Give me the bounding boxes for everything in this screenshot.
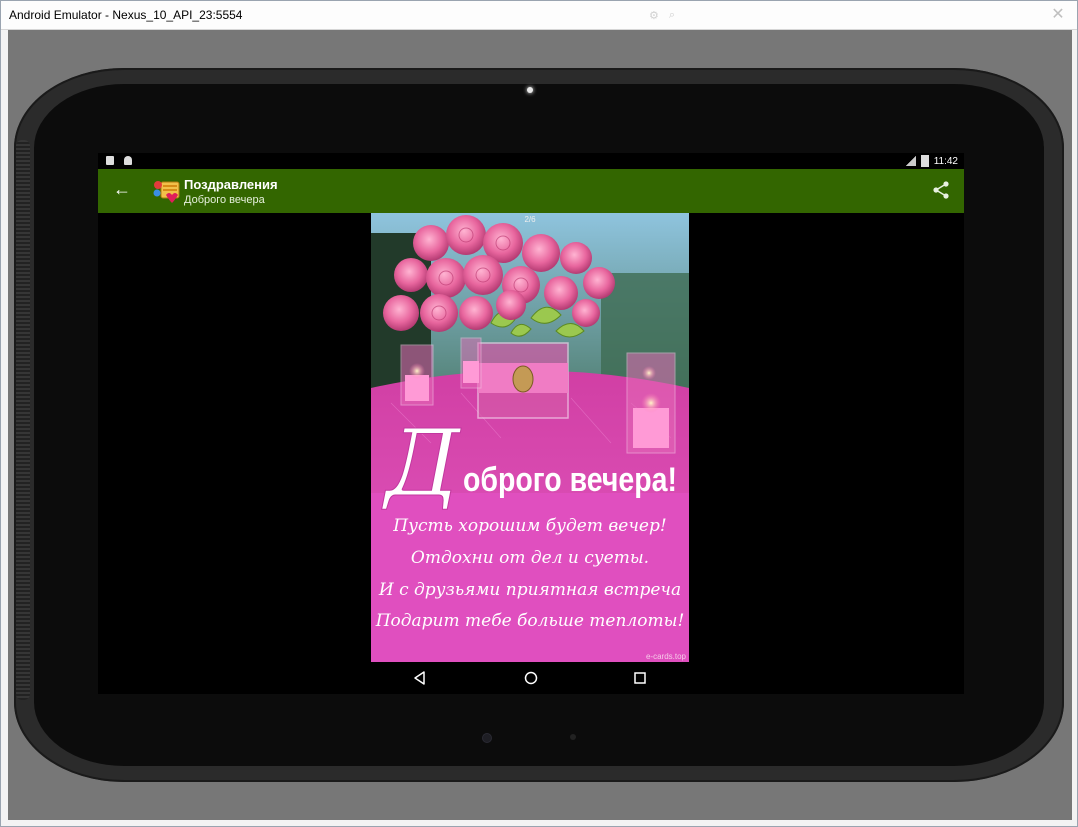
window-titlebar[interactable]: Android Emulator - Nexus_10_API_23:5554 … — [1, 1, 1077, 30]
back-arrow-icon[interactable]: ← — [110, 177, 134, 201]
window-title: Android Emulator - Nexus_10_API_23:5554 — [9, 8, 243, 22]
poem-line-2: Отдохни от дел и суеты. — [411, 548, 649, 568]
android-debug-icon — [124, 156, 132, 165]
poem-line-1: Пусть хорошим будет вечер! — [392, 516, 666, 536]
app-subtitle: Доброго вечера — [184, 194, 265, 206]
app-toolbar: ← Поздравления Доброго вечера — [98, 169, 964, 213]
window-close-button[interactable]: ✕ — [1047, 5, 1069, 25]
greeting-card-image[interactable]: Д оброго вечера! Пусть хорошим будет веч… — [371, 213, 689, 662]
card-heading-initial: Д — [381, 410, 462, 517]
nav-home-icon[interactable] — [523, 670, 539, 686]
sensor-icon — [482, 733, 492, 743]
card-heading: оброго вечера! — [463, 461, 677, 499]
battery-icon — [920, 155, 929, 167]
status-bar: 11:42 — [98, 153, 964, 169]
nav-recents-icon[interactable] — [632, 670, 648, 686]
device-grip-left — [16, 140, 30, 700]
signal-icon — [905, 156, 916, 166]
card-watermark: e-cards.top — [645, 652, 686, 661]
card-artwork: Д оброго вечера! Пусть хорошим будет веч… — [371, 213, 689, 662]
light-sensor-icon — [570, 734, 576, 740]
navigation-bar — [98, 662, 964, 694]
search-icon[interactable]: ⌕ — [669, 9, 675, 22]
page-counter: 2/6 — [524, 215, 536, 224]
device-screen[interactable]: 11:42 ← Поздравления Доброго вечера Д об… — [98, 153, 964, 694]
app-title: Поздравления — [184, 177, 278, 192]
titlebar-controls: ⚙ ⌕ — [649, 7, 769, 23]
share-icon[interactable] — [930, 179, 952, 201]
poem-line-4: Подарит тебе больше теплоты! — [375, 611, 685, 631]
nav-back-icon[interactable] — [412, 670, 428, 686]
sd-card-icon — [106, 156, 114, 165]
app-logo-icon — [153, 181, 180, 203]
poem-line-3: И с друзьями приятная встреча — [378, 580, 681, 600]
status-time: 11:42 — [933, 155, 958, 167]
camera-icon — [527, 87, 533, 93]
settings-icon[interactable]: ⚙ — [649, 9, 659, 22]
